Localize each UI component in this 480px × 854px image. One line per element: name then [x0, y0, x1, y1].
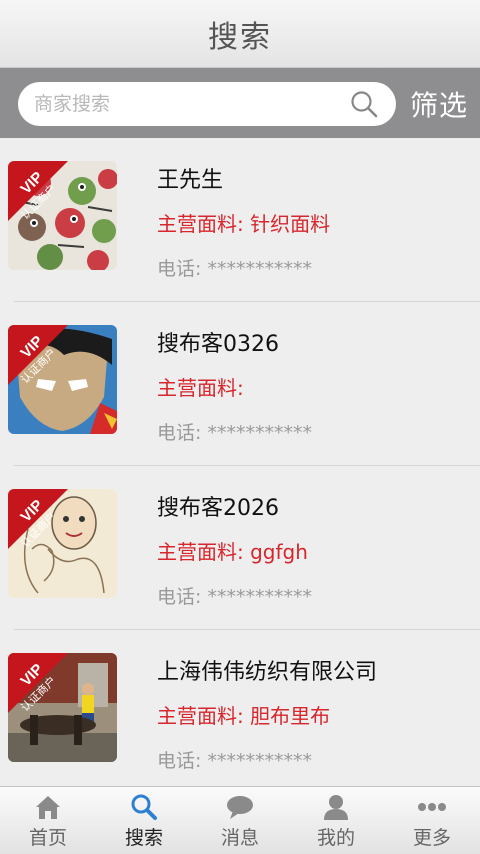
merchant-name: 上海伟伟纺织有限公司 [157, 660, 378, 685]
page-title: 搜索 [208, 19, 272, 55]
merchant-avatar: VIP 认证商户 [8, 653, 117, 762]
tab-label: 我的 [316, 827, 355, 849]
search-input[interactable] [34, 93, 334, 115]
merchant-item[interactable]: VIP 认证商户 搜布客0326 主营面料: 电话: *********** [0, 302, 480, 466]
filter-button[interactable]: 筛选 [410, 84, 468, 124]
merchant-fabric: 主营面料: 胆布里布 [157, 704, 331, 728]
merchant-fabric: 主营面料: 针织面料 [157, 212, 331, 236]
search-bar: 筛选 [0, 68, 480, 138]
user-icon [324, 795, 348, 820]
tab-label: 消息 [220, 827, 259, 849]
merchant-phone: 电话: *********** [157, 258, 312, 280]
tab-profile[interactable]: 我的 [288, 787, 384, 854]
merchant-avatar: VIP 认证商户 [8, 161, 117, 270]
tab-more[interactable]: 更多 [384, 787, 480, 854]
tab-messages[interactable]: 消息 [192, 787, 288, 854]
merchant-avatar: VIP 认证商户 [8, 489, 117, 598]
tab-home[interactable]: 首页 [0, 787, 96, 854]
message-icon [227, 796, 253, 819]
tab-label: 搜索 [124, 827, 163, 849]
tab-label: 更多 [412, 827, 451, 849]
merchant-list: VIP 认证商户 王先生 主营面料: 针织面料 电话: *********** … [0, 138, 480, 786]
merchant-item[interactable]: VIP 认证商户 王先生 主营面料: 针织面料 电话: *********** [0, 138, 480, 302]
search-icon [131, 794, 157, 820]
tab-bar: 首页 搜索 消息 我的 更多 [0, 786, 480, 854]
more-icon [418, 803, 446, 811]
merchant-phone: 电话: *********** [157, 422, 312, 444]
merchant-fabric: 主营面料: ggfgh [157, 540, 308, 564]
merchant-name: 王先生 [157, 168, 224, 193]
merchant-name: 搜布客2026 [157, 496, 279, 521]
home-icon [36, 796, 60, 819]
merchant-avatar: VIP 认证商户 [8, 325, 117, 434]
merchant-name: 搜布客0326 [157, 332, 279, 357]
merchant-item[interactable]: VIP 认证商户 搜布客2026 主营面料: ggfgh 电话: *******… [0, 466, 480, 630]
title-bar: 搜索 [0, 0, 480, 68]
search-icon[interactable] [350, 90, 378, 118]
tab-label: 首页 [28, 827, 67, 849]
merchant-phone: 电话: *********** [157, 750, 312, 772]
search-box[interactable] [18, 82, 396, 126]
merchant-fabric: 主营面料: [157, 376, 244, 400]
tab-search[interactable]: 搜索 [96, 787, 192, 854]
merchant-item[interactable]: VIP 认证商户 上海伟伟纺织有限公司 主营面料: 胆布里布 电话: *****… [0, 630, 480, 786]
merchant-phone: 电话: *********** [157, 586, 312, 608]
